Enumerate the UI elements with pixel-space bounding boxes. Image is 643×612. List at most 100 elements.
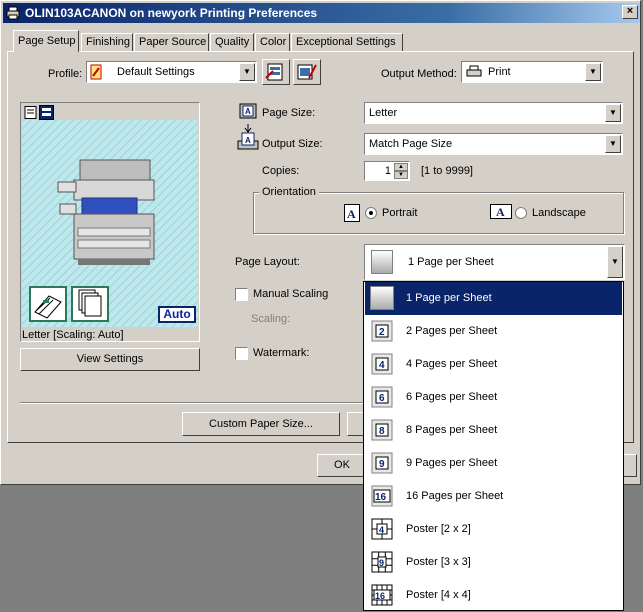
tab-exceptional-settings[interactable]: Exceptional Settings <box>291 33 403 51</box>
page-layout-value: 1 Page per Sheet <box>408 256 494 268</box>
svg-text:2: 2 <box>379 327 385 338</box>
list-item[interactable]: 4 4 Pages per Sheet <box>365 348 622 381</box>
tab-finishing[interactable]: Finishing <box>81 33 133 51</box>
close-button[interactable]: × <box>622 5 638 19</box>
chevron-down-icon[interactable]: ▼ <box>607 246 623 278</box>
printer-icon <box>6 6 20 20</box>
list-item[interactable]: 9 Poster [3 x 3] <box>365 546 622 579</box>
tab-page-setup[interactable]: Page Setup <box>13 30 79 52</box>
svg-text:8: 8 <box>379 426 385 437</box>
copies-range: [1 to 9999] <box>421 165 473 177</box>
landscape-icon: A <box>490 204 512 219</box>
preview-toolbar <box>22 104 198 120</box>
profile-icon <box>90 64 102 80</box>
output-size-label: Output Size: <box>262 138 323 150</box>
list-item[interactable]: 1 Page per Sheet <box>365 282 622 315</box>
page-size-icon: A <box>239 103 257 119</box>
copies-input[interactable]: 1 ▲ ▼ <box>364 161 410 181</box>
page-size-select[interactable]: Letter ▼ <box>364 102 623 124</box>
svg-text:A: A <box>245 136 251 145</box>
separator <box>20 402 365 404</box>
list-item[interactable]: 16 Poster [4 x 4] <box>365 579 622 612</box>
window-title: OLIN103ACANON on newyork Printing Prefer… <box>25 6 318 20</box>
page-layout-label: Page Layout: <box>235 256 300 268</box>
single-page-icon <box>370 286 394 310</box>
settings-view-icon[interactable] <box>39 105 54 120</box>
profile-value: Default Settings <box>117 66 195 78</box>
spin-up-icon[interactable]: ▲ <box>394 163 408 171</box>
sixteen-pages-icon: 16 <box>370 484 394 508</box>
eight-pages-icon: 8 <box>370 418 394 442</box>
svg-text:4: 4 <box>379 360 385 371</box>
page-size-label: Page Size: <box>262 107 316 119</box>
view-settings-label: View Settings <box>76 353 144 365</box>
spin-down-icon[interactable]: ▼ <box>394 171 408 179</box>
chevron-down-icon[interactable]: ▼ <box>605 104 621 122</box>
output-method-select[interactable]: Print ▼ <box>461 61 603 83</box>
manual-scaling-label: Manual Scaling <box>253 288 329 300</box>
partially-hidden-button-right[interactable] <box>623 454 637 477</box>
list-item[interactable]: 2 2 Pages per Sheet <box>365 315 622 348</box>
four-pages-icon: 4 <box>370 352 394 376</box>
title-bar[interactable]: OLIN103ACANON on newyork Printing Prefer… <box>3 3 640 23</box>
watermark-label: Watermark: <box>253 347 310 359</box>
output-method-label: Output Method: <box>381 68 457 80</box>
tab-paper-source[interactable]: Paper Source <box>134 33 209 51</box>
staple-icon <box>29 286 67 322</box>
view-settings-button[interactable]: View Settings <box>20 348 200 371</box>
output-method-value: Print <box>488 66 511 78</box>
collate-icon <box>71 286 109 322</box>
svg-text:9: 9 <box>379 459 385 470</box>
ok-button[interactable]: OK <box>317 454 367 477</box>
page-view-icon[interactable] <box>24 106 37 119</box>
printer-icon <box>466 65 482 77</box>
tab-color[interactable]: Color <box>255 33 290 51</box>
six-pages-icon: 6 <box>370 385 394 409</box>
profile-edit-button[interactable] <box>262 59 290 85</box>
two-pages-icon: 2 <box>370 319 394 343</box>
poster-4x4-icon: 16 <box>370 583 394 607</box>
chevron-down-icon[interactable]: ▼ <box>585 63 601 81</box>
orientation-group-label: Orientation <box>259 186 319 198</box>
svg-text:16: 16 <box>375 492 387 503</box>
landscape-radio[interactable] <box>515 207 527 219</box>
manage-profile-icon <box>297 64 317 80</box>
list-item[interactable]: 16 16 Pages per Sheet <box>365 480 622 513</box>
scaling-label: Scaling: <box>251 313 291 325</box>
profile-label: Profile: <box>48 68 83 80</box>
custom-paper-size-button[interactable]: Custom Paper Size... <box>182 412 340 436</box>
list-item[interactable]: 6 6 Pages per Sheet <box>365 381 622 414</box>
output-size-value: Match Page Size <box>369 138 453 150</box>
svg-text:A: A <box>245 107 251 116</box>
nine-pages-icon: 9 <box>370 451 394 475</box>
list-item[interactable]: 8 8 Pages per Sheet <box>365 414 622 447</box>
svg-text:A: A <box>496 205 505 219</box>
poster-3x3-icon: 9 <box>370 550 394 574</box>
manual-scaling-checkbox[interactable] <box>235 288 248 301</box>
svg-text:9: 9 <box>379 558 384 568</box>
tab-quality[interactable]: Quality <box>210 33 254 51</box>
copies-label: Copies: <box>262 165 300 177</box>
chevron-down-icon[interactable]: ▼ <box>605 135 621 153</box>
single-page-icon <box>371 250 393 274</box>
output-size-icon: A <box>237 124 259 150</box>
page-layout-select[interactable]: 1 Page per Sheet ▼ <box>364 244 625 280</box>
portrait-radio[interactable] <box>365 207 377 219</box>
output-size-select[interactable]: Match Page Size ▼ <box>364 133 623 155</box>
profile-manage-button[interactable] <box>293 59 321 85</box>
poster-2x2-icon: 4 <box>370 517 394 541</box>
svg-text:4: 4 <box>379 525 384 535</box>
auto-badge: Auto <box>158 306 196 323</box>
edit-profile-icon <box>265 63 283 81</box>
svg-text:16: 16 <box>375 591 385 601</box>
page-layout-dropdown-list[interactable]: 1 Page per Sheet 2 2 Pages per Sheet 4 4… <box>363 281 624 611</box>
svg-text:6: 6 <box>379 393 385 404</box>
list-item[interactable]: 4 Poster [2 x 2] <box>365 513 622 546</box>
preview-status: Letter [Scaling: Auto] <box>22 329 124 341</box>
copies-value: 1 <box>384 165 391 177</box>
watermark-checkbox[interactable] <box>235 347 248 360</box>
list-item[interactable]: 9 9 Pages per Sheet <box>365 447 622 480</box>
profile-select[interactable]: Default Settings ▼ <box>86 61 257 83</box>
landscape-label: Landscape <box>532 207 586 219</box>
chevron-down-icon[interactable]: ▼ <box>239 63 255 81</box>
